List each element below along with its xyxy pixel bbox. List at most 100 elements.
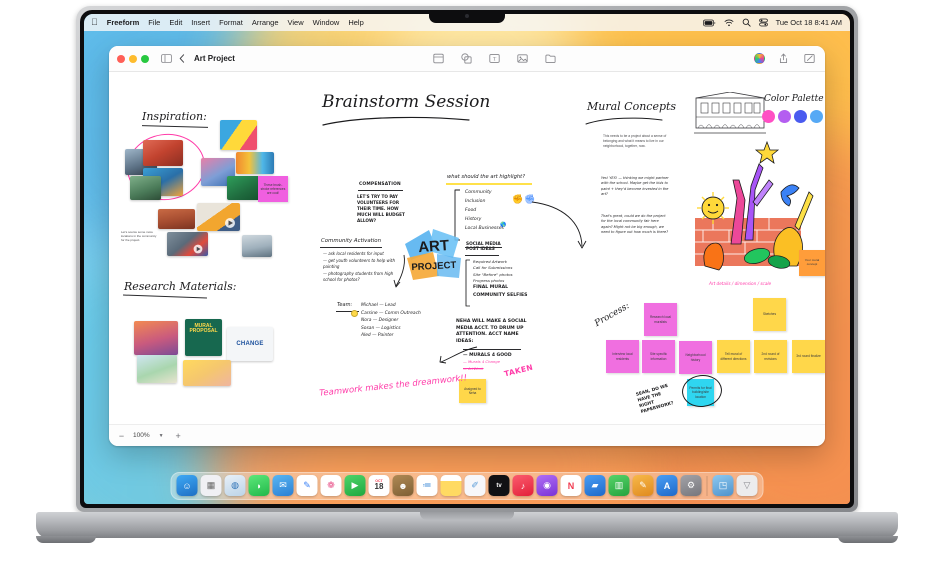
- pages-icon[interactable]: ✎: [632, 475, 654, 496]
- sticky-note-icon[interactable]: [430, 51, 446, 67]
- freeform-dock-icon[interactable]: ✐: [464, 475, 486, 496]
- research-doc-5[interactable]: [183, 360, 231, 386]
- compensation-title[interactable]: COMPENSATION: [359, 182, 401, 187]
- menu-item-window[interactable]: Window: [313, 18, 340, 27]
- text-box-icon[interactable]: T: [486, 51, 502, 67]
- activation-items[interactable]: — ask local residents for input — get yo…: [323, 251, 395, 284]
- menu-item-format[interactable]: Format: [219, 18, 243, 27]
- maps-icon[interactable]: ✎: [296, 475, 318, 496]
- mural-caption[interactable]: Art details / dimension / scale: [709, 281, 771, 287]
- inspiration-photo-10[interactable]: [197, 203, 240, 231]
- social-items[interactable]: Required Artwork Call for Submissions Si…: [473, 259, 527, 299]
- inspiration-photo-9[interactable]: [158, 209, 195, 229]
- menu-item-freeform[interactable]: Freeform: [107, 18, 140, 27]
- script-note-1[interactable]: Yes! YES! — thinking we might partner wi…: [601, 176, 671, 198]
- minimize-button[interactable]: [129, 54, 137, 63]
- palette-swatch-2[interactable]: [794, 110, 807, 123]
- source-locations-note[interactable]: Let's source some more locations in the …: [121, 230, 159, 242]
- calendar-icon[interactable]: OCT 18: [368, 475, 390, 496]
- notes-icon[interactable]: [440, 475, 462, 496]
- sticky-directions[interactable]: Tell mural of different directions: [717, 340, 750, 373]
- menu-item-insert[interactable]: Insert: [191, 18, 210, 27]
- freeform-canvas[interactable]: Inspiration: These brush-stroke referenc…: [109, 72, 825, 424]
- research-doc-4[interactable]: [137, 355, 177, 383]
- zoom-level[interactable]: 100%: [133, 432, 150, 439]
- facetime-icon[interactable]: ▶: [344, 475, 366, 496]
- insert-file-icon[interactable]: [542, 51, 558, 67]
- inspiration-photo-4[interactable]: [130, 176, 161, 200]
- sidebar-icon[interactable]: [158, 51, 174, 67]
- inspiration-photo-11[interactable]: [167, 232, 208, 256]
- palette-swatches[interactable]: [762, 110, 823, 123]
- inspiration-photo-12[interactable]: [242, 235, 272, 257]
- apple-logo-icon[interactable]: : [91, 18, 98, 27]
- share-icon[interactable]: [775, 51, 791, 67]
- search-icon[interactable]: [742, 18, 751, 27]
- close-button[interactable]: [117, 54, 125, 63]
- media-icon[interactable]: [514, 51, 530, 67]
- preview-icon[interactable]: ◳: [712, 475, 734, 496]
- inspiration-photo-2[interactable]: [143, 140, 183, 166]
- compensation-body[interactable]: LET'S TRY TO PAY VOLUNTEERS FOR THEIR TI…: [357, 194, 409, 224]
- maximize-button[interactable]: [141, 54, 149, 63]
- news-icon[interactable]: N: [560, 475, 582, 496]
- podcasts-icon[interactable]: ◉: [536, 475, 558, 496]
- sign-question[interactable]: SEAN, DO WE HAVE THE RIGHT PAPERWORK?: [636, 382, 681, 416]
- zoom-in-button[interactable]: +: [173, 430, 184, 441]
- acct-idea-2[interactable]: — ArtWork: [463, 366, 484, 371]
- collaborate-icon[interactable]: [754, 53, 765, 64]
- shapes-icon[interactable]: [458, 51, 474, 67]
- script-note-2[interactable]: That's great, could we do the project fo…: [601, 214, 671, 236]
- menu-clock[interactable]: Tue Oct 18 8:41 AM: [776, 18, 842, 27]
- wifi-icon[interactable]: [724, 19, 734, 27]
- sticky-revisions[interactable]: 2nd round of revisions: [754, 340, 787, 373]
- building-sketch[interactable]: [692, 92, 768, 140]
- menu-item-arrange[interactable]: Arrange: [252, 18, 279, 27]
- team-title[interactable]: Team:: [337, 302, 352, 309]
- team-items[interactable]: Michael — Lead Carsine — Comm Outreach N…: [361, 302, 421, 340]
- palette-swatch-1[interactable]: [778, 110, 791, 123]
- settings-icon[interactable]: ⚙: [680, 475, 702, 496]
- inspiration-pink-note[interactable]: These brush-stroke references are cool!: [258, 176, 288, 202]
- teamwork-text[interactable]: Teamwork makes the dreamwork!!: [319, 373, 468, 398]
- finder-icon[interactable]: ☺: [176, 475, 198, 496]
- palette-swatch-0[interactable]: [762, 110, 775, 123]
- messages-icon[interactable]: ◗: [248, 475, 270, 496]
- control-center-icon[interactable]: [758, 18, 768, 27]
- menu-item-help[interactable]: Help: [348, 18, 363, 27]
- inspiration-photo-8[interactable]: [227, 176, 262, 200]
- highlight-question[interactable]: what should the art highlight?: [447, 174, 525, 180]
- inspiration-photo-6[interactable]: [236, 152, 274, 174]
- battery-icon[interactable]: [702, 19, 716, 27]
- music-icon[interactable]: ♪: [512, 475, 534, 496]
- activation-title[interactable]: Community Activation: [321, 238, 381, 244]
- appstore-icon[interactable]: A: [656, 475, 678, 496]
- sticky-sketches[interactable]: Sketches: [753, 298, 786, 331]
- zoom-menu-chevron-down-icon[interactable]: ▼: [156, 430, 167, 441]
- menu-item-edit[interactable]: Edit: [169, 18, 182, 27]
- palette-swatch-3[interactable]: [810, 110, 823, 123]
- numbers-icon[interactable]: ▥: [608, 475, 630, 496]
- zoom-out-button[interactable]: −: [116, 430, 127, 441]
- inspiration-photo-5[interactable]: [220, 120, 257, 150]
- sticky-interview[interactable]: Interview local residents: [606, 340, 639, 373]
- research-doc-3[interactable]: CHANGE: [227, 327, 273, 361]
- document-title[interactable]: Art Project: [194, 54, 235, 63]
- orange-edge-sticky[interactable]: Your mural concept: [799, 250, 825, 276]
- tv-icon[interactable]: tv: [488, 475, 510, 496]
- neha-note[interactable]: NEHA WILL MAKE A SOCIAL MEDIA ACCT. TO D…: [456, 319, 529, 345]
- trash-icon[interactable]: ▽: [736, 475, 758, 496]
- menu-item-view[interactable]: View: [288, 18, 304, 27]
- sticky-neighborhood[interactable]: Neighborhood history: [679, 341, 712, 374]
- safari-icon[interactable]: ◍: [224, 475, 246, 496]
- menu-item-file[interactable]: File: [148, 18, 160, 27]
- mail-icon[interactable]: ✉: [272, 475, 294, 496]
- sticky-site-info[interactable]: Site specific information: [642, 340, 675, 373]
- draw-icon[interactable]: [801, 51, 817, 67]
- reminders-icon[interactable]: ≔: [416, 475, 438, 496]
- chevron-left-icon[interactable]: [174, 51, 190, 67]
- research-doc-2[interactable]: MURAL PROPOSAL: [185, 319, 222, 356]
- belonging-note[interactable]: This needs to be a project about a sense…: [603, 134, 675, 148]
- sticky-finalize[interactable]: 3rd round finalize: [792, 340, 825, 373]
- launchpad-icon[interactable]: ▦: [200, 475, 222, 496]
